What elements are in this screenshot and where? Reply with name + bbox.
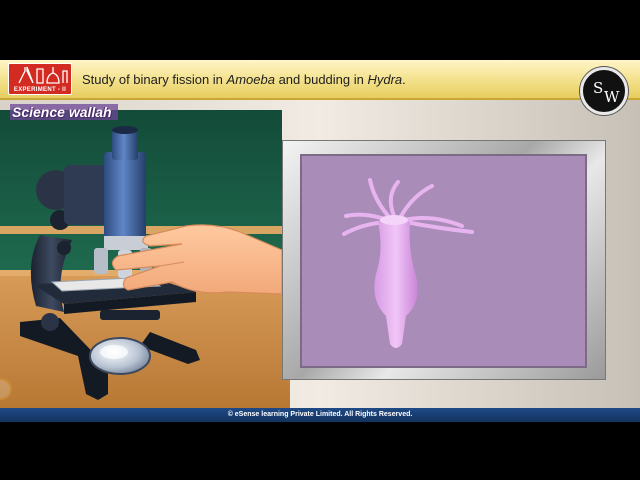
title-prefix: Study of binary fission in <box>82 72 227 87</box>
video-frame: EXPERIMENT - II Study of binary fission … <box>0 60 640 422</box>
channel-logo: S W <box>580 67 628 115</box>
title-organism-amoeba: Amoeba <box>226 72 275 87</box>
experiment-badge: EXPERIMENT - II <box>8 63 72 95</box>
hydra-illustration <box>342 178 474 348</box>
logo-letter-s: S <box>593 79 604 97</box>
experiment-label: EXPERIMENT - II <box>13 87 67 93</box>
copyright-bar: © eSense learning Private Limited. All R… <box>0 408 640 422</box>
logo-letter-w: W <box>604 88 620 106</box>
page-title: Study of binary fission in Amoeba and bu… <box>82 72 406 87</box>
title-organism-hydra: Hydra <box>367 72 403 87</box>
copyright-text: © eSense learning Private Limited. All R… <box>227 411 413 418</box>
header-bar: EXPERIMENT - II Study of binary fission … <box>0 60 640 100</box>
slide-field <box>300 154 587 368</box>
lab-glassware-icon <box>18 66 68 84</box>
microscope-view <box>282 140 606 380</box>
watermark: Science wallah <box>10 104 118 120</box>
title-suffix: . <box>402 72 406 87</box>
title-middle: and budding in <box>274 72 368 87</box>
